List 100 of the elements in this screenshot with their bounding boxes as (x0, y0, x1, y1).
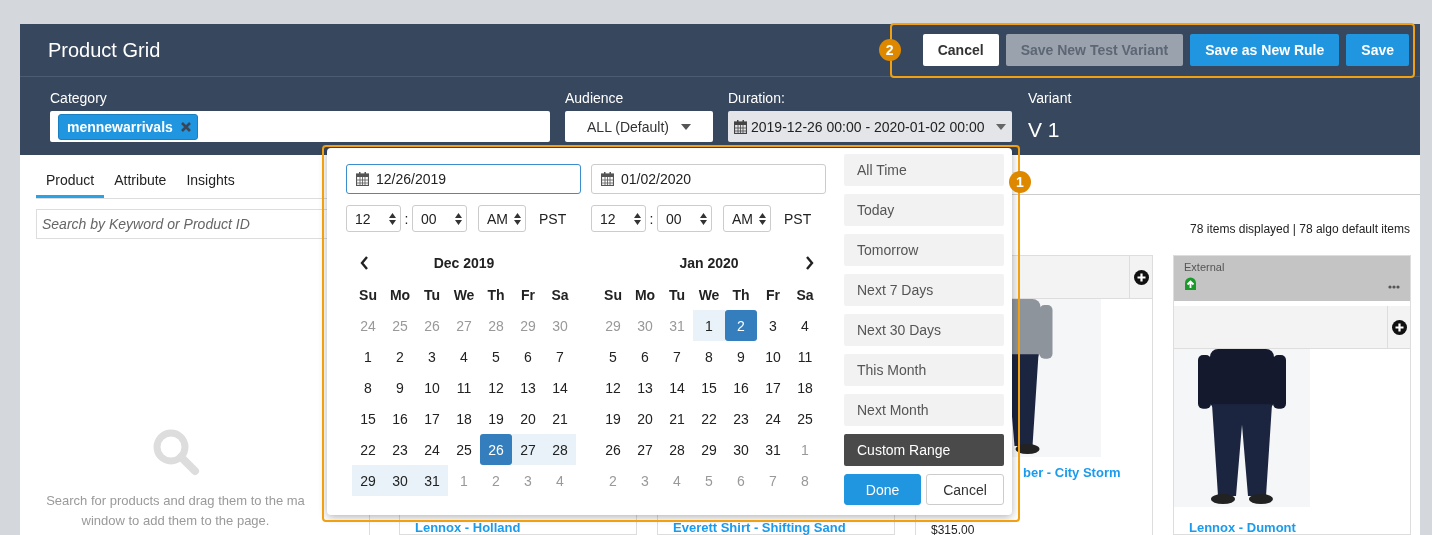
calendar-day[interactable]: 11 (789, 341, 821, 372)
calendar-icon (356, 172, 369, 186)
calendar-day[interactable]: 1 (693, 310, 725, 341)
minute-select[interactable]: 00 (412, 205, 467, 232)
calendar-day[interactable]: 9 (384, 372, 416, 403)
calendar-day[interactable]: 2 (725, 310, 757, 341)
chevron-left-icon[interactable] (359, 256, 369, 270)
calendar-day[interactable]: 2 (384, 341, 416, 372)
date-value: 12/26/2019 (376, 171, 447, 187)
calendar-day[interactable]: 25 (448, 434, 480, 465)
calendar-day[interactable]: 31 (757, 434, 789, 465)
calendar-day[interactable]: 11 (448, 372, 480, 403)
calendar-day[interactable]: 14 (661, 372, 693, 403)
calendar-day[interactable]: 24 (757, 403, 789, 434)
header-button[interactable]: Cancel (922, 34, 999, 66)
select-value: 12 (355, 210, 371, 227)
range-option[interactable]: Today (844, 194, 1004, 226)
hour-select[interactable]: 12 (346, 205, 401, 232)
updown-icon (514, 212, 521, 225)
calendar-day[interactable]: 4 (789, 310, 821, 341)
calendar-day[interactable]: 12 (597, 372, 629, 403)
calendar-day[interactable]: 7 (661, 341, 693, 372)
weekday-label: Fr (520, 285, 536, 305)
weekday-label: We (452, 285, 476, 305)
calendar-day[interactable]: 3 (416, 341, 448, 372)
calendar-day[interactable]: 4 (448, 341, 480, 372)
calendar-day[interactable]: 8 (352, 372, 384, 403)
variant-value: V 1 (1028, 118, 1060, 142)
plus-icon[interactable] (1391, 319, 1407, 335)
calendar-day[interactable]: 29 (693, 434, 725, 465)
calendar-day[interactable]: 30 (384, 465, 416, 496)
calendar-day[interactable]: 23 (725, 403, 757, 434)
calendar-day[interactable]: 18 (789, 372, 821, 403)
calendar-day[interactable]: 25 (789, 403, 821, 434)
calendar-day[interactable]: 19 (597, 403, 629, 434)
range-option[interactable]: This Month (844, 354, 1004, 386)
calendar-day[interactable]: 6 (512, 341, 544, 372)
range-option[interactable]: Next Month (844, 394, 1004, 426)
calendar-day[interactable]: 13 (629, 372, 661, 403)
calendar-day[interactable]: 21 (544, 403, 576, 434)
calendar-day[interactable]: 6 (629, 341, 661, 372)
calendar-day[interactable]: 15 (693, 372, 725, 403)
calendar-day[interactable]: 21 (661, 403, 693, 434)
calendar-day[interactable]: 14 (544, 372, 576, 403)
calendar-day[interactable]: 13 (512, 372, 544, 403)
hour-select[interactable]: 12 (591, 205, 646, 232)
panel-tab[interactable]: Product (36, 169, 105, 198)
weekday-label: Sa (795, 285, 815, 305)
calendar-day[interactable]: 22 (693, 403, 725, 434)
calendar-day[interactable]: 27 (629, 434, 661, 465)
panel-tab[interactable]: Insights (176, 169, 245, 198)
calendar-day[interactable]: 16 (384, 403, 416, 434)
calendar-day[interactable]: 17 (757, 372, 789, 403)
more-icon[interactable] (1388, 285, 1400, 289)
calendar-day[interactable]: 30 (725, 434, 757, 465)
range-option[interactable]: Next 7 Days (844, 274, 1004, 306)
calendar-day[interactable]: 28 (661, 434, 693, 465)
calendar-day[interactable]: 19 (480, 403, 512, 434)
field-label: Category (50, 90, 107, 107)
calendar-day[interactable]: 29 (352, 465, 384, 496)
product-price: $315.00 (931, 524, 975, 535)
calendar-day[interactable]: 5 (597, 341, 629, 372)
calendar-day[interactable]: 31 (416, 465, 448, 496)
audience-dropdown[interactable]: ALL (Default) (565, 111, 713, 142)
calendar-day[interactable]: 28 (544, 434, 576, 465)
date-input[interactable]: 01/02/2020 (591, 164, 826, 194)
calendar-day[interactable]: 10 (416, 372, 448, 403)
range-option[interactable]: Next 30 Days (844, 314, 1004, 346)
calendar-day[interactable]: 12 (480, 372, 512, 403)
cancel-button[interactable]: Cancel (926, 474, 1004, 505)
calendar-day[interactable]: 24 (416, 434, 448, 465)
calendar-day[interactable]: 15 (352, 403, 384, 434)
calendar-day[interactable]: 23 (384, 434, 416, 465)
ampm-select[interactable]: AM (478, 205, 526, 232)
calendar-day[interactable]: 10 (757, 341, 789, 372)
calendar-day[interactable]: 7 (544, 341, 576, 372)
calendar-day[interactable]: 17 (416, 403, 448, 434)
calendar-day[interactable]: 9 (725, 341, 757, 372)
ampm-select[interactable]: AM (723, 205, 771, 232)
calendar-day[interactable]: 27 (512, 434, 544, 465)
range-option[interactable]: Custom Range (844, 434, 1004, 466)
minute-select[interactable]: 00 (657, 205, 712, 232)
calendar-day[interactable]: 5 (480, 341, 512, 372)
plus-icon[interactable] (1133, 269, 1149, 285)
panel-tab[interactable]: Attribute (104, 169, 177, 198)
calendar-day[interactable]: 20 (629, 403, 661, 434)
calendar-day[interactable]: 3 (757, 310, 789, 341)
calendar-day[interactable]: 22 (352, 434, 384, 465)
date-input[interactable]: 12/26/2019 (346, 164, 581, 194)
calendar-day[interactable]: 8 (693, 341, 725, 372)
calendar-day[interactable]: 1 (352, 341, 384, 372)
range-option[interactable]: Tomorrow (844, 234, 1004, 266)
calendar-day[interactable]: 20 (512, 403, 544, 434)
chevron-right-icon[interactable] (804, 256, 814, 270)
calendar-day[interactable]: 16 (725, 372, 757, 403)
duration-dropdown[interactable]: 2019-12-26 00:00 - 2020-01-02 00:00 (728, 111, 1012, 142)
calendar-day[interactable]: 26 (597, 434, 629, 465)
calendar-day[interactable]: 26 (480, 434, 512, 465)
calendar-day[interactable]: 18 (448, 403, 480, 434)
range-option[interactable]: All Time (844, 154, 1004, 186)
